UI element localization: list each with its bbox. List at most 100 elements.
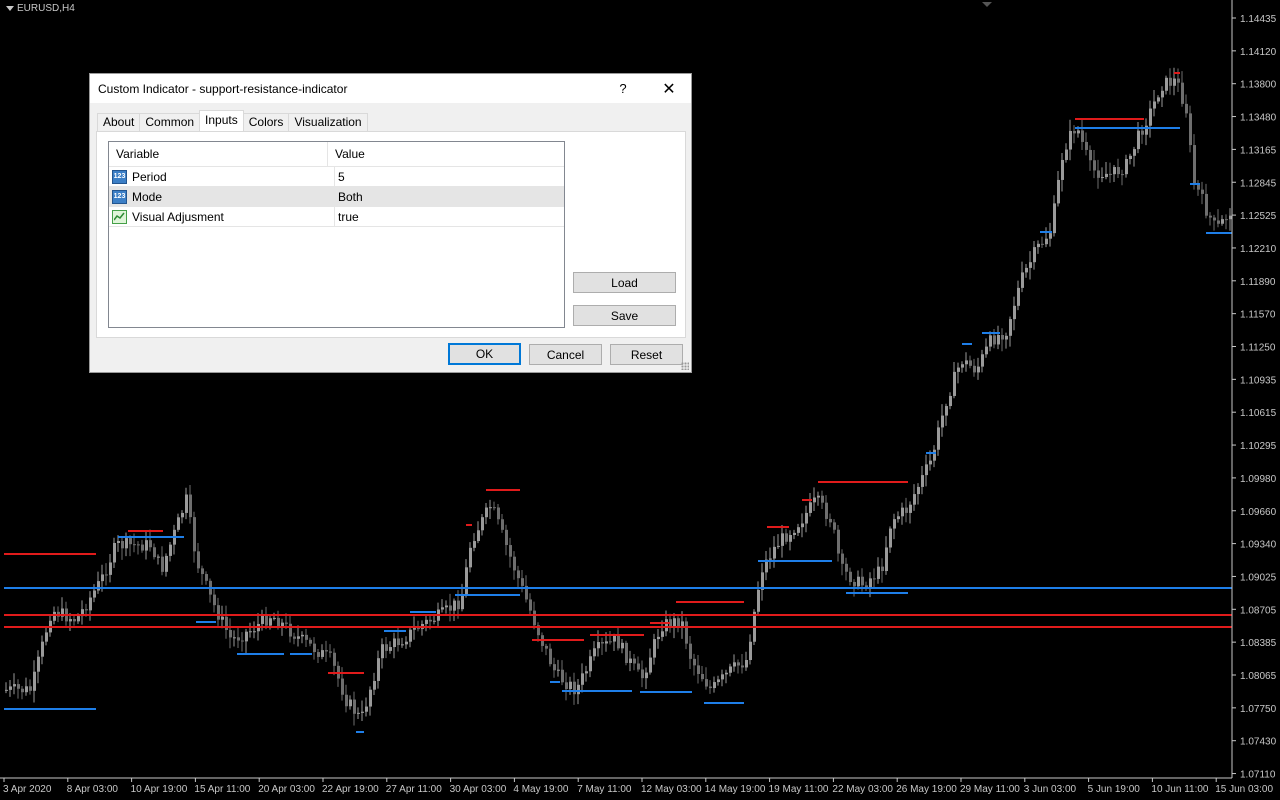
reset-button[interactable]: Reset bbox=[610, 344, 683, 365]
time-label: 29 May 11:00 bbox=[960, 784, 1020, 795]
candle-body bbox=[985, 346, 988, 355]
candle-body bbox=[745, 660, 748, 668]
candle-body bbox=[877, 566, 880, 579]
candle-body bbox=[869, 578, 872, 588]
candle-body bbox=[125, 538, 128, 549]
candle-body bbox=[433, 620, 436, 622]
save-button[interactable]: Save bbox=[573, 305, 676, 326]
candle-body bbox=[1221, 219, 1224, 224]
candle-body bbox=[721, 674, 724, 680]
tab-inputs[interactable]: Inputs bbox=[199, 110, 244, 131]
row-variable: Visual Adjusment bbox=[132, 209, 224, 224]
price-label: 1.14435 bbox=[1240, 14, 1277, 25]
ok-button[interactable]: OK bbox=[448, 343, 521, 365]
candle-body bbox=[873, 578, 876, 580]
candle-body bbox=[413, 628, 416, 630]
candle-body bbox=[233, 637, 236, 639]
candle-body bbox=[941, 415, 944, 428]
candle-body bbox=[1181, 82, 1184, 104]
candle-body bbox=[77, 616, 80, 622]
price-label: 1.12845 bbox=[1240, 178, 1277, 189]
candle-body bbox=[853, 581, 856, 587]
candle-body bbox=[325, 650, 328, 652]
price-label: 1.09025 bbox=[1240, 572, 1277, 583]
candle-body bbox=[1121, 174, 1124, 176]
inputs-panel: Variable Value 123 Period 5 123 Mode Bot… bbox=[96, 131, 686, 338]
candle-body bbox=[313, 643, 316, 653]
candle-body bbox=[605, 641, 608, 644]
grid-header: Variable Value bbox=[109, 142, 564, 167]
candle-body bbox=[477, 530, 480, 542]
candle-body bbox=[161, 556, 164, 572]
candle-body bbox=[249, 631, 252, 633]
time-label: 5 Jun 19:00 bbox=[1088, 784, 1141, 795]
adjust-icon bbox=[112, 209, 127, 224]
row-value[interactable]: 5 bbox=[335, 167, 345, 186]
price-label: 1.09980 bbox=[1240, 474, 1277, 485]
candle-body bbox=[969, 360, 972, 366]
inputs-grid[interactable]: Variable Value 123 Period 5 123 Mode Bot… bbox=[108, 141, 565, 328]
tab-visualization[interactable]: Visualization bbox=[288, 113, 368, 131]
price-label: 1.09660 bbox=[1240, 507, 1277, 518]
load-button[interactable]: Load bbox=[573, 272, 676, 293]
time-label: 30 Apr 03:00 bbox=[450, 784, 507, 795]
price-label: 1.13165 bbox=[1240, 145, 1277, 156]
candle-body bbox=[513, 556, 516, 571]
time-label: 15 Apr 11:00 bbox=[194, 784, 250, 795]
table-row[interactable]: 123 Period 5 bbox=[109, 167, 564, 187]
price-label: 1.10935 bbox=[1240, 375, 1277, 386]
resize-grip[interactable] bbox=[681, 362, 689, 370]
candle-body bbox=[1185, 103, 1188, 114]
candle-body bbox=[149, 540, 152, 548]
candle-body bbox=[1133, 149, 1136, 156]
dialog-tabs: About Common Inputs Colors Visualization bbox=[97, 110, 368, 131]
candle-body bbox=[93, 590, 96, 598]
candle-body bbox=[229, 629, 232, 638]
tab-common[interactable]: Common bbox=[139, 113, 201, 131]
candle-body bbox=[793, 532, 796, 536]
candle-body bbox=[629, 658, 632, 663]
candle-body bbox=[545, 645, 548, 649]
help-button[interactable]: ? bbox=[601, 74, 645, 103]
time-label: 7 May 11:00 bbox=[577, 784, 632, 795]
candle-body bbox=[373, 680, 376, 690]
candle-body bbox=[517, 570, 520, 579]
candle-body bbox=[185, 494, 188, 513]
candle-body bbox=[961, 364, 964, 368]
candle-body bbox=[801, 523, 804, 528]
price-label: 1.08705 bbox=[1240, 605, 1277, 616]
candle-body bbox=[1093, 160, 1096, 171]
candle-body bbox=[813, 497, 816, 503]
candle-body bbox=[1069, 130, 1072, 150]
tab-about[interactable]: About bbox=[97, 113, 141, 131]
table-row[interactable]: Visual Adjusment true bbox=[109, 207, 564, 227]
candle-body bbox=[9, 686, 12, 690]
candle-body bbox=[729, 666, 732, 673]
tab-colors[interactable]: Colors bbox=[242, 113, 290, 131]
table-row[interactable]: 123 Mode Both bbox=[109, 187, 564, 207]
candle-body bbox=[1105, 173, 1108, 178]
close-icon[interactable]: ✕ bbox=[647, 74, 691, 103]
candle-body bbox=[845, 563, 848, 572]
header-value[interactable]: Value bbox=[328, 142, 365, 166]
header-variable[interactable]: Variable bbox=[109, 142, 328, 166]
candle-body bbox=[773, 546, 776, 559]
cancel-button[interactable]: Cancel bbox=[529, 344, 602, 365]
candle-body bbox=[25, 686, 28, 693]
price-label: 1.07750 bbox=[1240, 704, 1277, 715]
dialog-title: Custom Indicator - support-resistance-in… bbox=[98, 81, 348, 96]
candle-body bbox=[665, 619, 668, 632]
chart-symbol-label[interactable]: EURUSD,H4 bbox=[6, 3, 75, 14]
candle-body bbox=[441, 607, 444, 610]
candle-body bbox=[1045, 238, 1048, 245]
dialog-titlebar[interactable]: Custom Indicator - support-resistance-in… bbox=[90, 74, 691, 103]
candle-body bbox=[217, 605, 220, 620]
candle-body bbox=[489, 507, 492, 509]
row-value[interactable]: Both bbox=[335, 187, 363, 206]
candle-body bbox=[621, 642, 624, 649]
candle-body bbox=[1193, 145, 1196, 183]
row-value[interactable]: true bbox=[335, 207, 359, 226]
candle-body bbox=[977, 366, 980, 373]
candle-body bbox=[1113, 167, 1116, 175]
candle-body bbox=[97, 581, 100, 591]
